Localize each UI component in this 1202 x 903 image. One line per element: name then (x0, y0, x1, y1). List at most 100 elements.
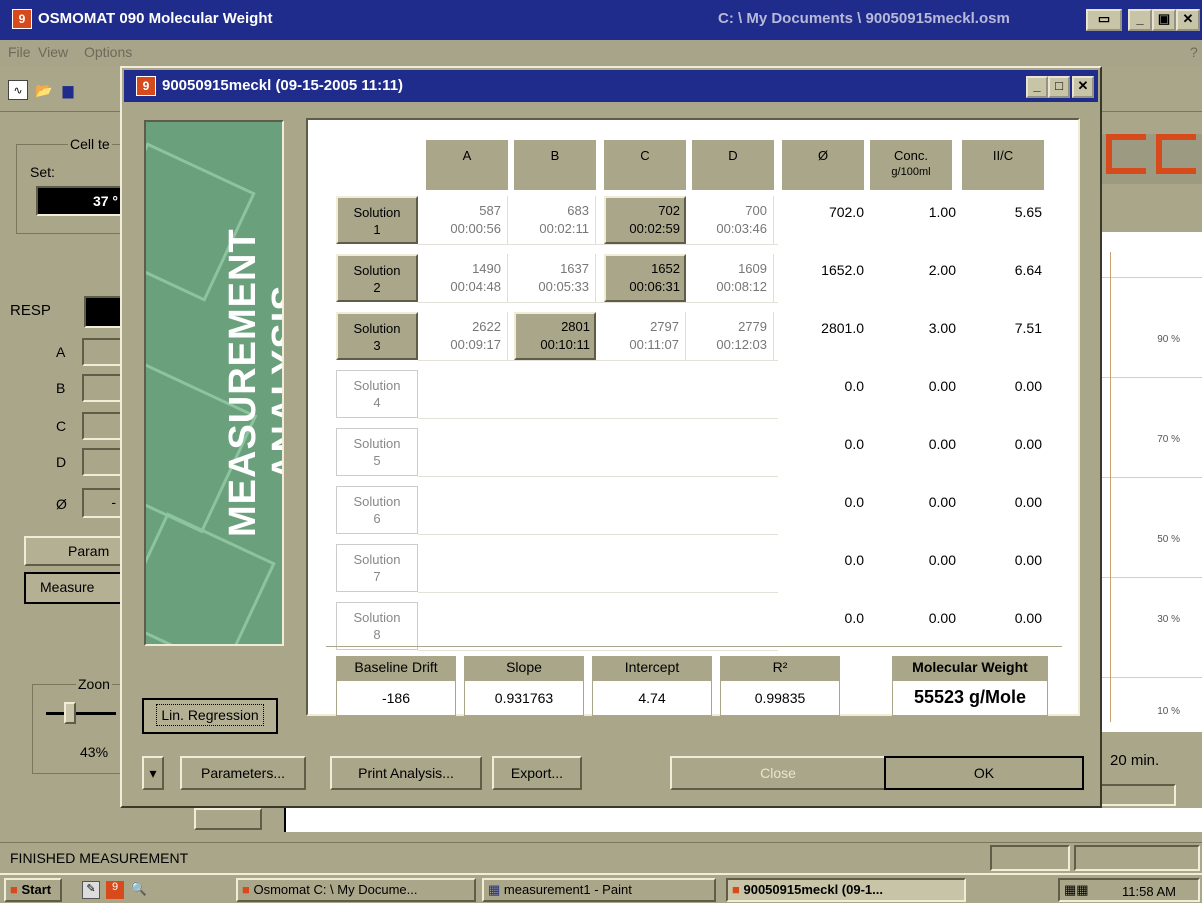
row-divider (418, 302, 778, 303)
solution-4-button[interactable]: Solution 4 (336, 370, 418, 418)
measurement-cell[interactable]: 587 00:00:56 (426, 196, 508, 244)
solution-conc-value: 0.00 (928, 436, 956, 452)
graph-label-70: 70 % (1157, 434, 1180, 445)
task-paint[interactable]: ▦ measurement1 - Paint (482, 878, 716, 902)
osmomat-quick-icon[interactable]: 9 (106, 881, 124, 899)
measurement-cell[interactable]: 1652 00:06:31 (604, 254, 686, 302)
chart-icon[interactable]: ∿ (8, 80, 28, 100)
solution-label: Solution (353, 436, 401, 451)
measurement-cell[interactable]: 2801 00:10:11 (514, 312, 596, 360)
solution-5-button[interactable]: Solution 5 (336, 428, 418, 476)
row-divider (418, 592, 778, 593)
measurement-cell[interactable]: 2797 00:11:07 (604, 312, 686, 360)
dialog-app-icon[interactable]: 9 (136, 76, 156, 96)
zoom-slider-track[interactable] (46, 712, 116, 715)
graph-scroll-area[interactable] (1100, 784, 1176, 806)
solution-3-button[interactable]: Solution 3 (336, 312, 418, 360)
solution-7-button[interactable]: Solution 7 (336, 544, 418, 592)
task-measurement-active[interactable]: ■ 90050915meckl (09-1... (726, 878, 966, 902)
solution-number: 3 (373, 338, 381, 353)
main-window-title: OSMOMAT 090 Molecular Weight (38, 10, 273, 27)
tray-icons[interactable]: ▦▦ (1064, 882, 1089, 897)
measurement-value: 1637 (560, 261, 589, 276)
desktop-icon[interactable]: ✎ (82, 881, 100, 899)
cell-temp-label: Cell te (68, 136, 112, 152)
close-button[interactable]: ✕ (1176, 9, 1200, 31)
solution-conc-value: 0.00 (928, 378, 956, 394)
main-left-panel: Cell te Set: 37 ° RESP A B C D Ø - Param… (10, 112, 126, 832)
row-phi-label: Ø (56, 496, 67, 512)
export-button[interactable]: Export... (492, 756, 582, 790)
molecular-weight-box: Molecular Weight 55523 g/Mole (892, 656, 1048, 716)
solution-1-button[interactable]: Solution 1 (336, 196, 418, 244)
maximize-button[interactable]: ▣ (1152, 9, 1176, 31)
solution-2-button[interactable]: Solution 2 (336, 254, 418, 302)
measurement-value: 2779 (738, 319, 767, 334)
graph-label-50: 50 % (1157, 534, 1180, 545)
zoom-slider-handle[interactable] (64, 702, 76, 724)
row-a-label: A (56, 344, 66, 360)
solution-label: Solution (353, 205, 401, 220)
measurement-cell[interactable]: 1637 00:05:33 (514, 254, 596, 302)
solution-6-button[interactable]: Solution 6 (336, 486, 418, 534)
measurement-cell[interactable]: 1490 00:04:48 (426, 254, 508, 302)
zoom-value: 43% (80, 744, 109, 760)
measurement-time: 00:04:48 (450, 279, 501, 294)
minimize-button[interactable]: _ (1128, 9, 1152, 31)
open-folder-icon[interactable]: 📂 (34, 80, 54, 100)
slope-value: 0.931763 (464, 680, 584, 716)
measurement-cell[interactable]: 2622 00:09:17 (426, 312, 508, 360)
status-text: FINISHED MEASUREMENT (10, 850, 189, 866)
dialog-minimize-button[interactable]: _ (1026, 76, 1048, 98)
row-c-display (82, 412, 122, 440)
ok-button[interactable]: OK (884, 756, 1084, 790)
col-header-phi: Ø (782, 140, 864, 190)
r2-box: R² 0.99835 (720, 656, 840, 716)
col-header-pic: ΙΙ/C (962, 140, 1044, 190)
param-button[interactable]: Param (24, 536, 124, 566)
dialog-maximize-button[interactable]: □ (1048, 76, 1070, 98)
osmomat-app-icon[interactable]: 9 (12, 9, 32, 29)
measurement-time: 00:06:31 (629, 279, 680, 294)
measurement-value: 700 (745, 203, 767, 218)
graph-label-90: 90 % (1157, 334, 1180, 345)
solution-8-button[interactable]: Solution 8 (336, 602, 418, 650)
measurement-cell[interactable]: 683 00:02:11 (514, 196, 596, 244)
row-divider (418, 244, 778, 245)
solution-label: Solution (353, 321, 401, 336)
close-dialog-button[interactable]: Close (670, 756, 886, 790)
intercept-label: Intercept (592, 656, 712, 680)
dialog-close-button[interactable]: ✕ (1072, 76, 1094, 98)
measurement-time: 00:00:56 (450, 221, 501, 236)
row-d-label: D (56, 454, 67, 470)
solution-number: 6 (373, 511, 381, 526)
parameters-button[interactable]: Parameters... (180, 756, 306, 790)
taskbar: ■ Start ✎ 9 🔍 ■ Osmomat C: \ My Docume..… (0, 873, 1202, 903)
measurement-cell[interactable]: 2779 00:12:03 (692, 312, 774, 360)
main-bottom-button[interactable] (194, 808, 262, 830)
restore-layout-icon[interactable]: ▭ (1086, 9, 1122, 31)
print-analysis-button[interactable]: Print Analysis... (330, 756, 482, 790)
menu-file[interactable]: File (8, 44, 31, 60)
task-osmomat[interactable]: ■ Osmomat C: \ My Docume... (236, 878, 476, 902)
measurement-cell[interactable]: 700 00:03:46 (692, 196, 774, 244)
help-menu[interactable]: ? (1190, 44, 1198, 60)
measure-button[interactable]: Measure (24, 572, 124, 604)
conc-unit: g/100ml (891, 166, 931, 178)
system-tray: ▦▦ 11:58 AM (1058, 878, 1200, 902)
measurement-value: 683 (567, 203, 589, 218)
save-icon[interactable]: ▆ (58, 80, 78, 100)
measurement-time: 00:12:03 (716, 337, 767, 352)
zoom-group (32, 684, 124, 774)
measurement-cell[interactable]: 702 00:02:59 (604, 196, 686, 244)
lin-regression-button[interactable]: Lin. Regression (142, 698, 278, 734)
dropdown-arrow-button[interactable]: ▾ (142, 756, 164, 790)
menu-view[interactable]: View (38, 44, 68, 60)
col-header-c: C (604, 140, 686, 190)
col-header-a: A (426, 140, 508, 190)
measurement-value: 587 (479, 203, 501, 218)
measurement-cell[interactable]: 1609 00:08:12 (692, 254, 774, 302)
menu-options[interactable]: Options (84, 44, 132, 60)
search-icon[interactable]: 🔍 (130, 881, 148, 899)
start-button[interactable]: ■ Start (4, 878, 62, 902)
